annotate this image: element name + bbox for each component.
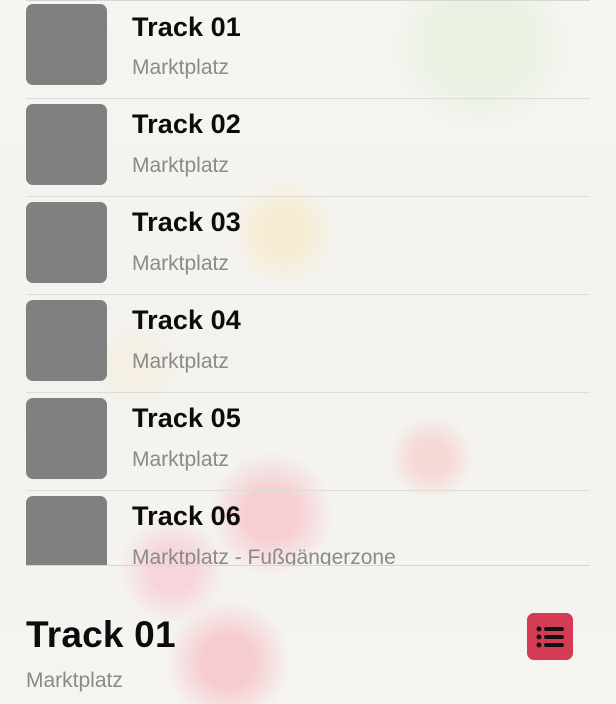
track-list[interactable]: Track 01 Marktplatz Track 02 Marktplatz … <box>26 0 590 566</box>
track-subtitle: Marktplatz <box>132 56 229 79</box>
track-artwork <box>26 398 107 479</box>
track-artwork <box>26 496 107 565</box>
track-row[interactable]: Track 06 Marktplatz - Fußgängerzone <box>26 490 590 566</box>
track-row[interactable]: Track 04 Marktplatz <box>26 294 590 392</box>
track-artwork <box>26 300 107 381</box>
track-title: Track 04 <box>132 305 241 335</box>
track-subtitle: Marktplatz - Fußgängerzone <box>132 546 396 566</box>
track-row[interactable]: Track 01 Marktplatz <box>26 1 590 98</box>
track-artwork <box>26 4 107 85</box>
list-icon <box>535 626 565 648</box>
track-title: Track 01 <box>132 12 241 42</box>
track-title: Track 06 <box>132 501 241 531</box>
track-title: Track 05 <box>132 403 241 433</box>
track-row[interactable]: Track 05 Marktplatz <box>26 392 590 490</box>
track-title: Track 03 <box>132 207 241 237</box>
now-playing-panel: Track 01 Marktplatz <box>26 600 590 704</box>
track-title: Track 02 <box>132 109 241 139</box>
now-playing-subtitle: Marktplatz <box>26 669 123 692</box>
track-row[interactable]: Track 02 Marktplatz <box>26 98 590 196</box>
track-artwork <box>26 104 107 185</box>
track-artwork <box>26 202 107 283</box>
track-subtitle: Marktplatz <box>132 154 229 177</box>
track-subtitle: Marktplatz <box>132 350 229 373</box>
now-playing-title: Track 01 <box>26 614 176 655</box>
track-subtitle: Marktplatz <box>132 252 229 275</box>
track-row[interactable]: Track 03 Marktplatz <box>26 196 590 294</box>
track-list-button[interactable] <box>527 613 573 660</box>
track-subtitle: Marktplatz <box>132 448 229 471</box>
